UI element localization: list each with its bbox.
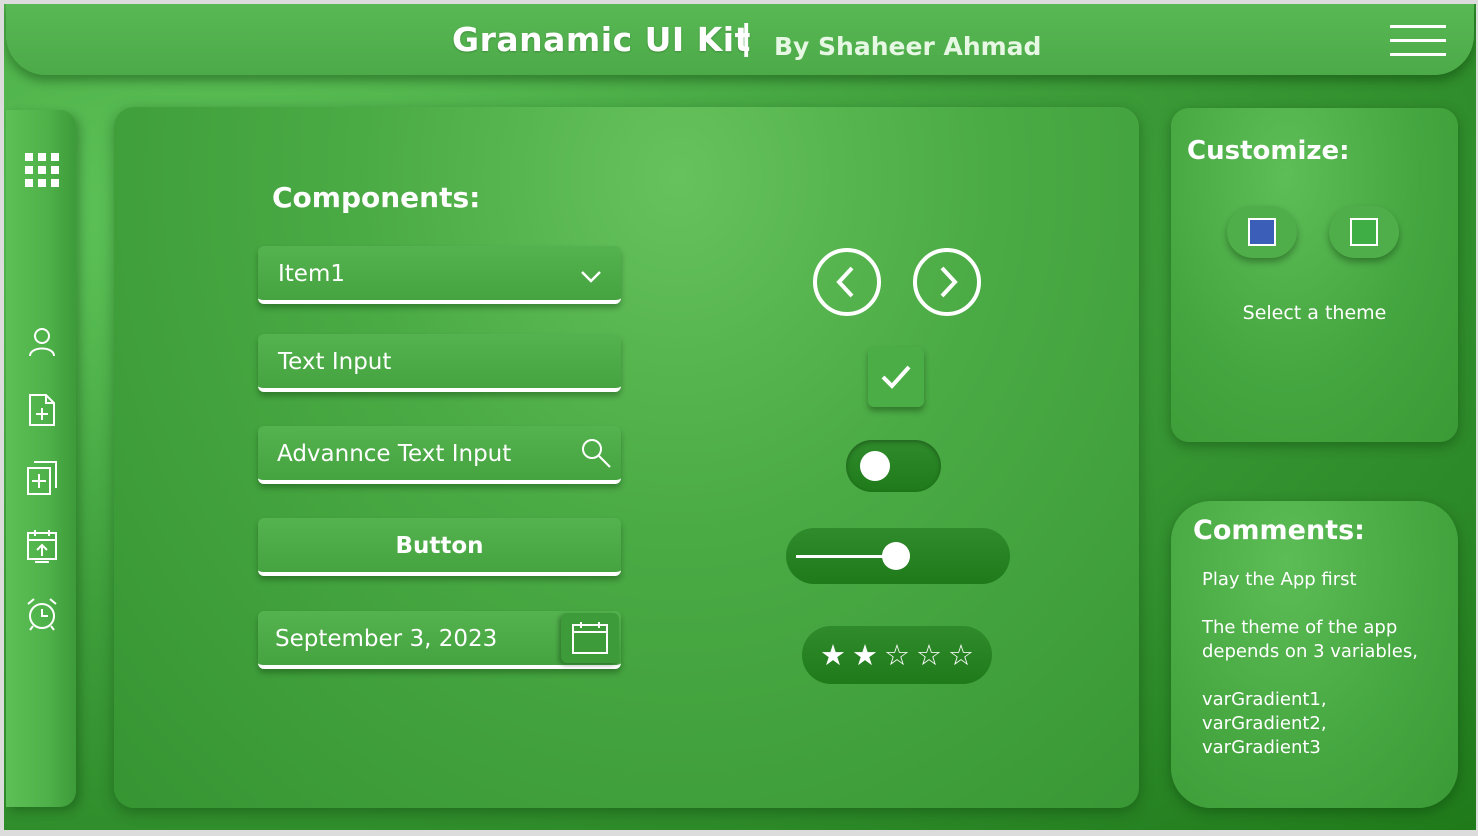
calendar-upload-icon[interactable] (20, 524, 64, 568)
sidebar (6, 110, 76, 807)
advanced-input-value: Advannce Text Input (277, 441, 512, 467)
slider[interactable] (786, 528, 1010, 584)
comment-line: Play the App first (1202, 569, 1357, 590)
app-subtitle: By Shaheer Ahmad (774, 32, 1042, 61)
components-title: Components: (272, 181, 481, 214)
theme-green-button[interactable] (1329, 206, 1399, 258)
comment-line: varGradient3 (1202, 737, 1321, 758)
search-icon[interactable] (580, 437, 612, 475)
calendar-icon[interactable] (561, 613, 619, 663)
blue-swatch (1248, 218, 1276, 246)
star-empty-icon[interactable]: ☆ (884, 640, 910, 670)
advanced-text-input[interactable]: Advannce Text Input (258, 426, 621, 484)
theme-blue-button[interactable] (1227, 206, 1297, 258)
star-rating[interactable]: ★ ★ ☆ ☆ ☆ (802, 626, 992, 684)
add-document-icon[interactable] (20, 388, 64, 432)
text-input-value: Text Input (278, 349, 392, 375)
select-theme-label: Select a theme (1242, 302, 1387, 324)
comment-line: varGradient2, (1202, 713, 1327, 734)
comment-line: The theme of the app (1202, 617, 1398, 638)
comments-title: Comments: (1193, 515, 1365, 546)
dropdown-value: Item1 (278, 261, 345, 287)
slider-thumb[interactable] (882, 542, 910, 570)
slider-track (796, 555, 896, 558)
text-input[interactable]: Text Input (258, 334, 621, 392)
star-empty-icon[interactable]: ☆ (948, 640, 974, 670)
chevron-right-circle-icon[interactable] (912, 247, 982, 317)
header-bar: Granamic UI Kit | By Shaheer Ahmad (6, 4, 1474, 75)
toggle-knob (860, 451, 890, 481)
date-value: September 3, 2023 (275, 626, 498, 652)
toggle-switch[interactable] (846, 440, 941, 492)
app-title: Granamic UI Kit (452, 20, 751, 59)
hamburger-menu-icon[interactable] (1390, 23, 1446, 57)
item-dropdown[interactable]: Item1 (258, 246, 621, 304)
comments-panel: Comments: Play the App first The theme o… (1171, 501, 1458, 808)
star-empty-icon[interactable]: ☆ (916, 640, 942, 670)
date-picker[interactable]: September 3, 2023 (258, 611, 621, 669)
primary-button[interactable]: Button (258, 518, 621, 576)
add-copy-icon[interactable] (20, 456, 64, 500)
checkbox[interactable] (868, 347, 924, 407)
title-separator: | (740, 18, 753, 58)
comment-line: varGradient1, (1202, 689, 1327, 710)
chevron-down-icon (580, 264, 602, 290)
app-window: Granamic UI Kit | By Shaheer Ahmad Compo… (4, 4, 1476, 830)
checkmark-icon (881, 365, 911, 389)
customize-title: Customize: (1187, 136, 1350, 166)
comment-line: depends on 3 variables, (1202, 641, 1418, 662)
components-panel: Components: Item1 Text Input Advannce Te… (114, 107, 1139, 808)
apps-grid-icon[interactable] (20, 148, 64, 192)
star-filled-icon[interactable]: ★ (820, 640, 846, 670)
star-filled-icon[interactable]: ★ (852, 640, 878, 670)
alarm-clock-icon[interactable] (20, 592, 64, 636)
green-swatch (1350, 218, 1378, 246)
user-icon[interactable] (20, 320, 64, 364)
chevron-left-circle-icon[interactable] (812, 247, 882, 317)
button-label: Button (395, 533, 484, 559)
customize-panel: Customize: Select a theme (1171, 108, 1458, 442)
